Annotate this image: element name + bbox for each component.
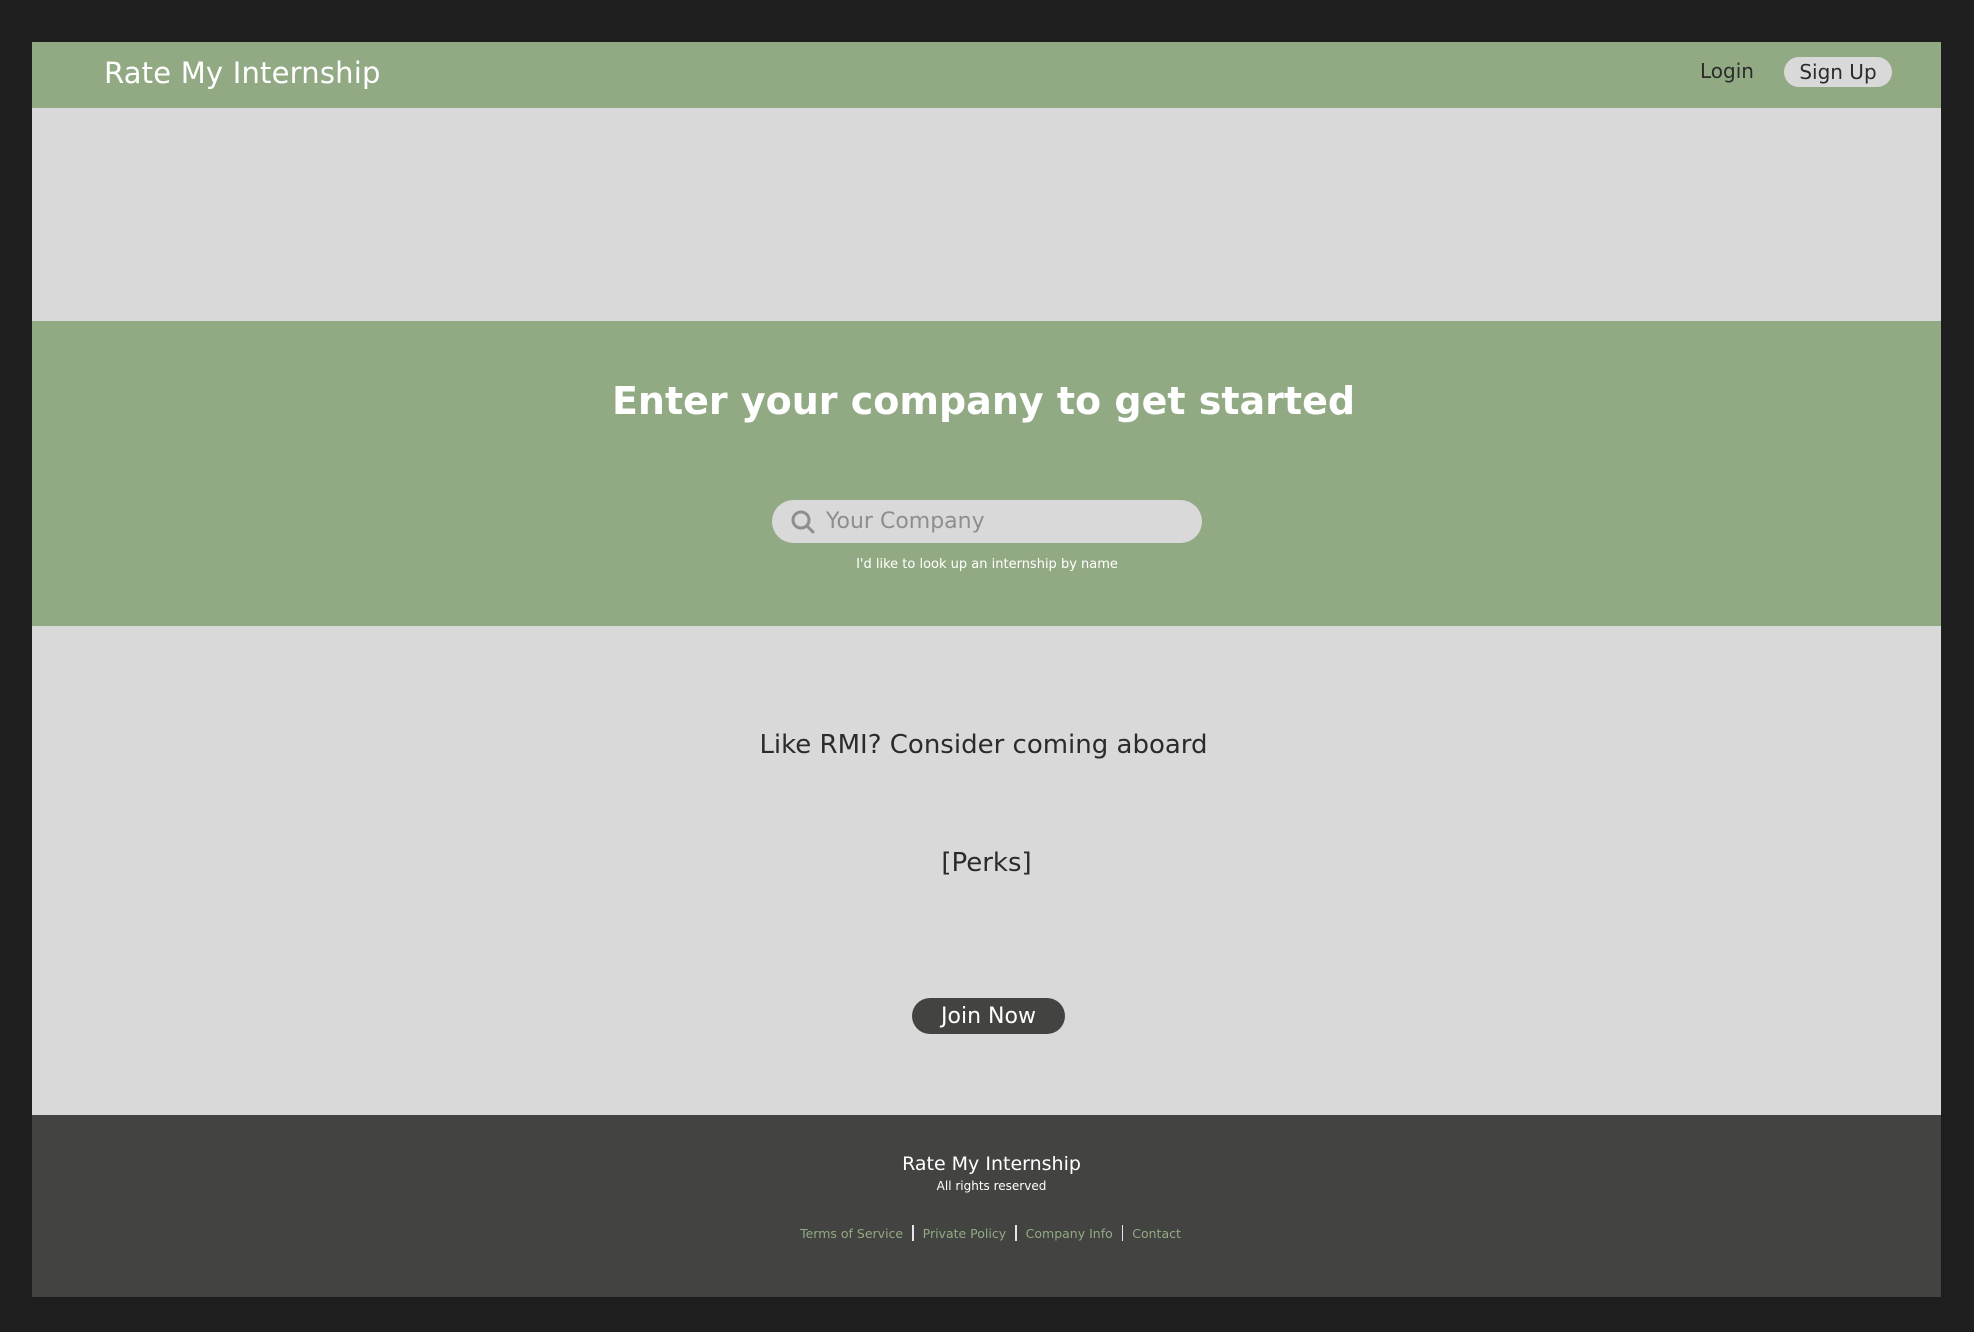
footer-link-privacy[interactable]: Private Policy [923,1226,1007,1241]
login-link[interactable]: Login [1700,59,1754,83]
page-canvas: Rate My Internship Login Sign Up Enter y… [32,42,1941,1297]
perks-placeholder: [Perks] [941,848,1032,878]
footer-divider [1015,1225,1017,1241]
footer-link-contact[interactable]: Contact [1132,1226,1181,1241]
footer-divider [1121,1225,1124,1241]
footer: Rate My Internship All rights reserved T… [32,1115,1941,1297]
hero-title: Enter your company to get started [611,379,1356,423]
footer-brand: Rate My Internship [902,1153,1081,1175]
company-search-bar[interactable] [772,500,1202,543]
top-nav: Rate My Internship Login Sign Up [32,42,1941,108]
footer-divider [912,1225,914,1241]
search-hint-link[interactable]: I'd like to look up an internship by nam… [772,557,1202,572]
signup-button[interactable]: Sign Up [1784,57,1892,87]
footer-copyright: All rights reserved [936,1179,1047,1193]
hero-search-section: Enter your company to get started I'd li… [32,321,1941,626]
search-icon [791,510,815,533]
site-logo-text[interactable]: Rate My Internship [104,56,381,90]
footer-link-company-info[interactable]: Company Info [1026,1226,1113,1241]
join-now-button[interactable]: Join Now [912,998,1065,1034]
company-search-input[interactable] [826,509,1186,534]
join-heading: Like RMI? Consider coming aboard [759,730,1208,760]
footer-link-terms[interactable]: Terms of Service [800,1226,903,1241]
footer-links: Terms of Service Private Policy Company … [32,1225,1941,1241]
